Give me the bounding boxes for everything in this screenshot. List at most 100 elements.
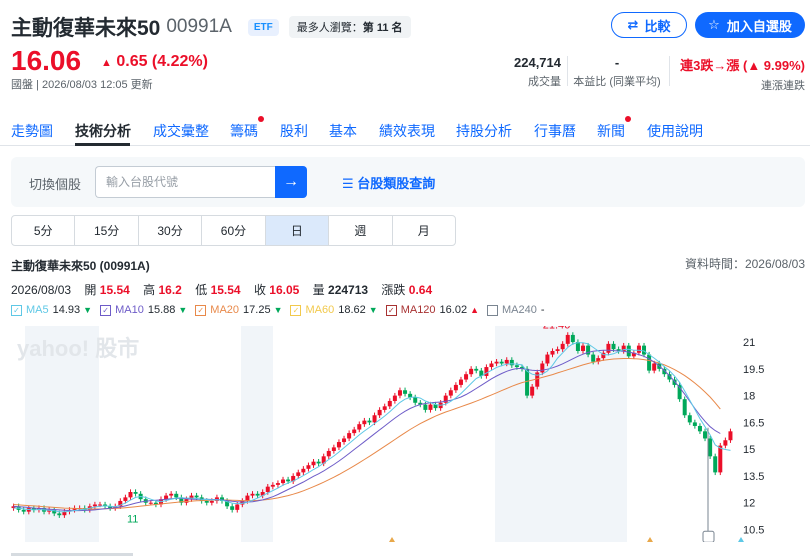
tab-3[interactable]: 籌碼 <box>230 116 264 141</box>
candle-body <box>474 368 479 371</box>
candle-body <box>230 506 235 510</box>
candle-body <box>362 420 367 425</box>
candle-body <box>296 472 301 476</box>
candle-body <box>687 415 692 423</box>
period-option[interactable]: 月 <box>393 216 455 245</box>
checkbox-icon[interactable] <box>487 304 498 316</box>
tab-4[interactable]: 股利 <box>280 121 308 141</box>
watermark: yahoo! 股市 <box>17 336 139 361</box>
tab-6[interactable]: 績效表現 <box>379 121 435 141</box>
candlestick-chart[interactable]: yahoo! 股市 21 19.5 18 16.5 15 13.5 12 10.5 21.46 11 <box>11 326 769 542</box>
ma-legend-item[interactable]: ✓ MA120 16.02 ▲ <box>385 304 479 316</box>
candle-body <box>464 374 469 380</box>
tab-0[interactable]: 走勢圖 <box>11 121 53 141</box>
event-triangle-icon <box>647 537 653 542</box>
ma-name: MA120 <box>400 304 436 316</box>
candle-body <box>342 438 347 443</box>
tab-5[interactable]: 基本 <box>329 121 357 141</box>
tab-8[interactable]: 行事曆 <box>534 121 576 141</box>
candle-body <box>611 343 616 350</box>
checkbox-icon[interactable]: ✓ <box>385 304 397 316</box>
period-option[interactable]: 15分 <box>75 216 139 245</box>
tab-2[interactable]: 成交彙整 <box>153 121 209 141</box>
ma-legend-item[interactable]: ✓ MA5 14.93 ▼ <box>11 304 92 316</box>
candle-body <box>209 500 214 503</box>
checkbox-icon[interactable]: ✓ <box>290 304 302 316</box>
compare-button[interactable]: ⇄ 比較 <box>611 12 687 38</box>
tab-10[interactable]: 使用說明 <box>647 121 703 141</box>
sector-lookup-link[interactable]: ☰ 台股類股查詢 <box>342 173 435 192</box>
candle-body <box>499 361 504 364</box>
tab-label: 走勢圖 <box>11 123 53 139</box>
price-change: ▲ 0.65 (4.22%) <box>101 53 208 71</box>
tab-label: 成交彙整 <box>153 123 209 139</box>
search-submit-button[interactable]: → <box>275 166 307 198</box>
candle-body <box>301 468 306 473</box>
max-price-label: 21.46 <box>543 326 571 332</box>
period-option[interactable]: 30分 <box>139 216 203 245</box>
ma-value: 18.62 <box>338 304 366 316</box>
candle-body <box>265 486 270 493</box>
candle-body <box>352 429 357 434</box>
ma-legend-item[interactable]: MA240- <box>487 304 545 316</box>
ma-legend-item[interactable]: ✓ MA20 17.25 ▼ <box>195 304 282 316</box>
tab-9[interactable]: 新聞 <box>597 116 631 141</box>
candle-body <box>448 390 453 396</box>
period-option[interactable]: 5分 <box>12 216 76 245</box>
popularity-badge: 最多人瀏覽：第 11 名 <box>288 16 411 38</box>
vol-value: 224713 <box>328 283 369 297</box>
candle-body <box>235 504 240 510</box>
period-option[interactable]: 週 <box>329 216 393 245</box>
tab-7[interactable]: 持股分析 <box>456 121 512 141</box>
up-arrow-icon: ▲ <box>470 305 479 315</box>
candle-body <box>708 438 713 457</box>
popularity-rank: 第 11 名 <box>362 22 403 34</box>
data-time: 資料時間：2026/08/03 <box>684 257 805 271</box>
candle-body <box>703 431 708 439</box>
event-triangle-icon <box>389 537 395 542</box>
active-tab-underline <box>75 143 130 146</box>
candle-body <box>550 350 555 355</box>
month-band <box>241 326 273 542</box>
ma-value: - <box>540 304 545 316</box>
candle-body <box>697 425 702 432</box>
candle-body <box>392 395 397 401</box>
candle-body <box>525 368 530 396</box>
candle-body <box>647 354 652 371</box>
y-tick-label: 10.5 <box>743 525 764 537</box>
chg-label: 漲跌 <box>381 283 406 297</box>
event-triangle-icon <box>738 537 744 542</box>
ma-legend-item[interactable]: ✓ MA60 18.62 ▼ <box>290 304 378 316</box>
checkbox-icon[interactable]: ✓ <box>195 304 207 316</box>
checkbox-icon[interactable]: ✓ <box>100 304 112 316</box>
divider <box>669 56 670 86</box>
candle-body <box>718 445 723 473</box>
y-tick-label: 15 <box>743 444 755 456</box>
add-watchlist-button[interactable]: ☆ 加入自選股 <box>695 12 805 38</box>
candle-body <box>255 493 260 496</box>
period-option[interactable]: 日 <box>265 216 330 245</box>
tab-label: 技術分析 <box>75 123 131 139</box>
candle-body <box>581 345 586 351</box>
candle-body <box>682 399 687 416</box>
open-label: 開 <box>84 283 97 297</box>
checkbox-icon[interactable]: ✓ <box>11 304 22 316</box>
ma-name: MA240 <box>502 304 537 316</box>
vol-label: 量 <box>312 283 325 297</box>
candle-body <box>331 447 336 451</box>
candle-body <box>270 484 275 487</box>
candle-body <box>591 354 596 362</box>
down-arrow-icon: ▼ <box>368 305 378 315</box>
pe-label: 本益比 (同業平均) <box>573 76 661 88</box>
ma-legend-item[interactable]: ✓ MA10 15.88 ▼ <box>100 304 187 316</box>
candle-body <box>387 400 392 407</box>
compare-icon: ⇄ <box>627 17 639 32</box>
quote-tabs: 走勢圖 技術分析 成交彙整 籌碼 股利 基本 績效表現 持股分析 行事曆 新聞 使用說明 <box>0 112 810 146</box>
stock-code-input[interactable] <box>95 166 276 198</box>
stock-code: 00991A <box>166 16 232 37</box>
update-time: 國盤 | 2026/08/03 12:05 更新 <box>11 79 153 91</box>
candle-body <box>57 513 62 516</box>
tab-1[interactable]: 技術分析 <box>75 121 131 141</box>
candle-body <box>92 504 97 507</box>
period-option[interactable]: 60分 <box>202 216 266 245</box>
